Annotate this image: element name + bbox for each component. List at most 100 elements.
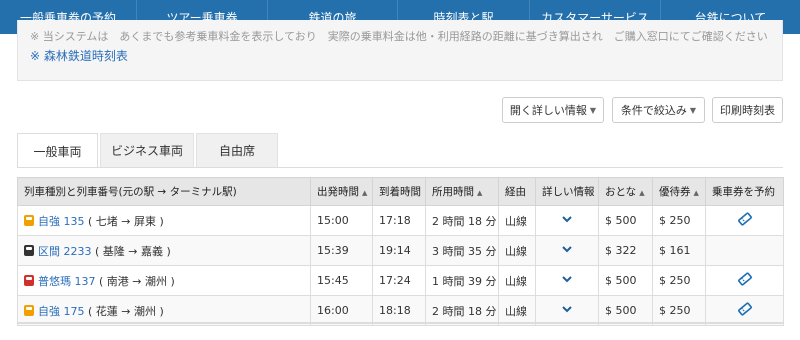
- discount-fare: $ 161: [652, 235, 706, 266]
- car-type-tabs: 一般車両 ビジネス車両 自由席: [17, 133, 280, 168]
- col-book: 乗車券を予約: [705, 177, 784, 206]
- forest-railway-timetable-link[interactable]: ※ 森林鉄道時刻表: [30, 47, 128, 64]
- col-discount[interactable]: 優待券 ▲: [652, 177, 706, 206]
- depart-time: 15:00: [310, 205, 373, 236]
- open-details-label: 開く詳しい情報: [509, 104, 587, 117]
- via-line: 山線: [498, 235, 536, 266]
- train-icon: [24, 214, 34, 226]
- train-number-link[interactable]: 区間 2233: [38, 245, 92, 258]
- sort-icon: ▲: [477, 189, 483, 197]
- discount-fare: $ 250: [652, 265, 706, 296]
- depart-time: 15:39: [310, 235, 373, 266]
- print-timetable-label: 印刷時刻表: [720, 104, 775, 117]
- table-row: 自強 135 ( 七堵 → 屏東 ) 15:00 17:18 2 時間 18 分山線 $…: [17, 205, 784, 236]
- duration: 2 時間 18 分: [425, 205, 499, 236]
- arrive-time: 17:18: [372, 205, 426, 236]
- train-number-link[interactable]: 自強 175: [38, 305, 85, 318]
- duration: 2 時間 18 分: [425, 295, 499, 326]
- detail-cell: [535, 295, 599, 326]
- sort-icon: ▲: [693, 189, 699, 197]
- chevron-down-icon[interactable]: [562, 274, 572, 284]
- col-book-label: 乗車券を予約: [712, 186, 775, 198]
- book-cell: [705, 235, 784, 266]
- detail-cell: [535, 235, 599, 266]
- tab-business[interactable]: ビジネス車両: [100, 133, 194, 167]
- train-icon: [24, 274, 34, 286]
- notice-text: ※ 当システムは あくまでも参考乗車料金を表示しており 実際の乗車料金は他・利用…: [30, 30, 768, 43]
- sort-icon: ▲: [362, 189, 368, 197]
- timetable: 列車種別と列車番号(元の駅 → ターミナル駅) 出発時間 ▲ 到着時間 所用時間 ▲…: [17, 177, 784, 326]
- book-cell: [705, 295, 784, 326]
- col-via-label: 経由: [505, 186, 526, 198]
- duration: 1 時間 39 分: [425, 265, 499, 296]
- col-arrive[interactable]: 到着時間: [372, 177, 426, 206]
- adult-fare: $ 500: [598, 295, 653, 326]
- sort-icon: ▲: [639, 189, 645, 197]
- col-duration[interactable]: 所用時間 ▲: [425, 177, 499, 206]
- table-row: 区間 2233 ( 基隆 → 嘉義 ) 15:39 19:14 3 時間 35 分山線…: [17, 235, 784, 266]
- arrive-time: 18:18: [372, 295, 426, 326]
- train-cell: 普悠瑪 137 ( 南港 → 潮州 ): [17, 265, 311, 296]
- book-cell: [705, 265, 784, 296]
- col-detail-label: 詳しい情報: [542, 186, 595, 198]
- col-adult-label: おとな: [605, 186, 637, 198]
- chevron-down-icon[interactable]: [562, 214, 572, 224]
- duration: 3 時間 35 分: [425, 235, 499, 266]
- discount-fare: $ 250: [652, 295, 706, 326]
- train-cell: 区間 2233 ( 基隆 → 嘉義 ): [17, 235, 311, 266]
- chevron-down-icon: ▼: [589, 105, 597, 115]
- col-train: 列車種別と列車番号(元の駅 → ターミナル駅): [17, 177, 311, 206]
- col-duration-label: 所用時間: [432, 186, 474, 198]
- via-line: 山線: [498, 205, 536, 236]
- tab-divider: [17, 167, 783, 168]
- timetable-body: 自強 135 ( 七堵 → 屏東 ) 15:00 17:18 2 時間 18 分山線 $…: [17, 205, 784, 326]
- filter-button[interactable]: 条件で絞込み ▼: [612, 97, 705, 123]
- train-number-link[interactable]: 自強 135: [38, 215, 85, 228]
- book-cell: [705, 205, 784, 236]
- adult-fare: $ 500: [598, 205, 653, 236]
- table-bottom-border: [17, 322, 783, 324]
- train-cell: 自強 175 ( 花蓮 → 潮州 ): [17, 295, 311, 326]
- ticket-icon[interactable]: [737, 301, 753, 317]
- col-detail: 詳しい情報: [535, 177, 599, 206]
- train-route: ( 花蓮 → 潮州 ): [88, 304, 164, 318]
- adult-fare: $ 322: [598, 235, 653, 266]
- train-route: ( 南港 → 潮州 ): [99, 274, 175, 288]
- via-line: 山線: [498, 265, 536, 296]
- col-adult[interactable]: おとな ▲: [598, 177, 653, 206]
- detail-cell: [535, 265, 599, 296]
- filter-label: 条件で絞込み: [620, 104, 687, 117]
- detail-cell: [535, 205, 599, 236]
- chevron-down-icon[interactable]: [562, 304, 572, 314]
- col-arrive-label: 到着時間: [379, 186, 421, 198]
- train-route: ( 基隆 → 嘉義 ): [95, 244, 171, 258]
- tab-non-reserved[interactable]: 自由席: [196, 133, 278, 167]
- chevron-down-icon: ▼: [689, 105, 697, 115]
- open-details-button[interactable]: 開く詳しい情報 ▼: [502, 97, 604, 123]
- train-icon: [24, 244, 34, 256]
- ticket-icon[interactable]: [737, 211, 753, 227]
- col-discount-label: 優待券: [659, 186, 691, 198]
- arrive-time: 19:14: [372, 235, 426, 266]
- via-line: 山線: [498, 295, 536, 326]
- train-cell: 自強 135 ( 七堵 → 屏東 ): [17, 205, 311, 236]
- col-train-label: 列車種別と列車番号(元の駅 → ターミナル駅): [24, 186, 237, 198]
- train-route: ( 七堵 → 屏東 ): [88, 214, 164, 228]
- train-number-link[interactable]: 普悠瑪 137: [38, 275, 96, 288]
- tab-ordinary[interactable]: 一般車両: [17, 133, 98, 168]
- depart-time: 16:00: [310, 295, 373, 326]
- col-depart[interactable]: 出発時間 ▲: [310, 177, 373, 206]
- col-depart-label: 出発時間: [317, 186, 359, 198]
- depart-time: 15:45: [310, 265, 373, 296]
- table-header-row: 列車種別と列車番号(元の駅 → ターミナル駅) 出発時間 ▲ 到着時間 所用時間 ▲…: [17, 177, 784, 206]
- train-icon: [24, 304, 34, 316]
- col-via: 経由: [498, 177, 536, 206]
- discount-fare: $ 250: [652, 205, 706, 236]
- table-row: 普悠瑪 137 ( 南港 → 潮州 ) 15:45 17:24 1 時間 39 分山線…: [17, 265, 784, 296]
- table-row: 自強 175 ( 花蓮 → 潮州 ) 16:00 18:18 2 時間 18 分山線 $…: [17, 295, 784, 326]
- arrive-time: 17:24: [372, 265, 426, 296]
- ticket-icon[interactable]: [737, 271, 753, 287]
- chevron-down-icon[interactable]: [562, 244, 572, 254]
- notice-box: ※ 当システムは あくまでも参考乗車料金を表示しており 実際の乗車料金は他・利用…: [17, 20, 783, 81]
- print-timetable-button[interactable]: 印刷時刻表: [712, 97, 783, 123]
